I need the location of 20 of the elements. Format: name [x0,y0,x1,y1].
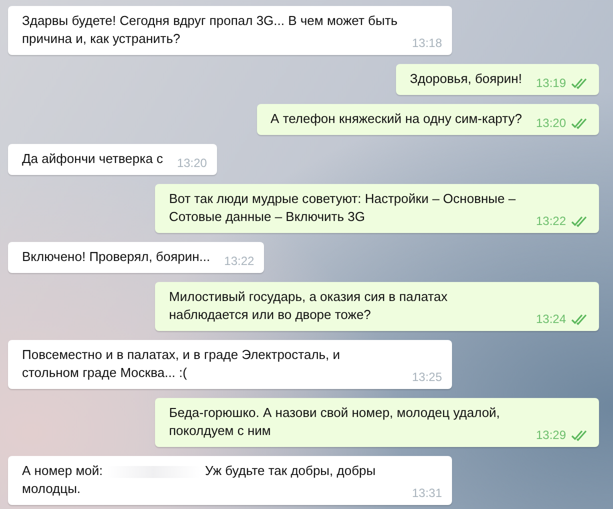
message-text: Включено! Проверял, боярин... [22,248,210,266]
message-text: Беда-горюшко. А назови свой номер, молодец удалой, поколдуем с ним [169,404,501,440]
message-time: 13:29 [536,427,566,444]
message-time: 13:24 [536,311,566,328]
message-time: 13:25 [412,369,442,386]
message-text: Повсеместно и в палатах, и в граде Электросталь, и стольном граде Москва... :( [22,346,342,382]
message-time: 13:22 [536,213,566,230]
message-text: Вот так люди мудрые советуют: Настройки – Основные – Сотовые данные – Включить 3G [169,190,517,226]
message-text: Да айфончи четверка с [22,150,163,168]
message-text: А телефон княжеский на одну сим-карту? [270,110,522,128]
message-time: 13:20 [176,155,207,172]
message-time: 13:18 [412,35,442,52]
message-text: А номер мой: Уж будьте так добры, добры молодцы. [22,462,377,498]
message-time: 13:22 [224,253,254,270]
message-text: Здарвы будете! Сегодня вдруг пропал 3G... В чем может быть причина и, как устранить? [22,12,398,48]
message-text: Милостивый государь, а оказия сия в палатах наблюдается или во дворе тоже? [169,288,448,324]
message-time: 13:20 [536,115,566,132]
message-text: Здоровья, боярин! [410,70,522,88]
message-time: 13:31 [412,485,442,502]
message-time: 13:19 [536,75,566,92]
